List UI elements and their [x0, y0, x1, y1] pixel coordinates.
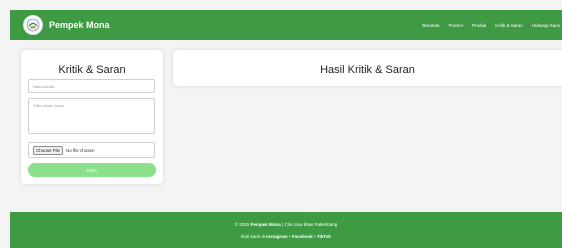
file-status: No file chosen	[66, 147, 95, 153]
choose-file-button[interactable]: Choose File	[33, 145, 64, 155]
footer-social: Ikuti kami di Instagram • Facebook • Tik…	[10, 234, 562, 239]
form-title: Kritik & Saran	[58, 64, 126, 76]
nav-link-promo[interactable]: Promo!	[448, 23, 463, 28]
nav-link-hubungi-kami[interactable]: Hubungi Kami	[532, 23, 560, 28]
nav-link-produk[interactable]: Produk	[472, 23, 486, 28]
instagram-link[interactable]: Instagram	[266, 234, 288, 239]
navbar: Pempek Mona Beranda Promo! Produk Kritik…	[10, 10, 562, 40]
footer-brand: Pempek Mona	[250, 222, 281, 227]
separator: •	[288, 234, 291, 239]
facebook-link[interactable]: Facebook	[292, 234, 313, 239]
copyright-year: © 2025	[234, 222, 250, 227]
footer-copyright: © 2025 Pempek Mona | Cita rasa khas Pale…	[10, 222, 562, 227]
pempek-logo-icon[interactable]	[23, 15, 43, 35]
brand-name[interactable]: Pempek Mona	[49, 20, 110, 30]
nav-link-kritik-saran[interactable]: Kritik & Saran	[495, 23, 523, 28]
follow-label: Ikuti kami di	[241, 234, 265, 239]
results-card: Hasil Kritik & Saran	[173, 50, 562, 86]
file-input[interactable]: Choose File No file chosen	[28, 142, 155, 158]
footer-tagline: | Cita rasa khas Palembang	[282, 222, 338, 227]
separator: •	[314, 234, 316, 239]
name-input[interactable]: Nama Anda	[28, 79, 155, 93]
feedback-form-card: Kritik & Saran Nama Anda Tulis pesan And…	[21, 50, 163, 184]
tiktok-link[interactable]: TikTok	[317, 234, 331, 239]
message-textarea[interactable]: Tulis pesan Anda	[28, 98, 155, 134]
footer: © 2025 Pempek Mona | Cita rasa khas Pale…	[10, 212, 562, 248]
nav-links: Beranda Promo! Produk Kritik & Saran Hub…	[422, 23, 560, 28]
nav-link-beranda[interactable]: Beranda	[422, 23, 439, 28]
results-title: Hasil Kritik & Saran	[320, 64, 415, 76]
submit-button[interactable]: Kirim	[28, 163, 156, 177]
top-spacer	[0, 0, 562, 10]
